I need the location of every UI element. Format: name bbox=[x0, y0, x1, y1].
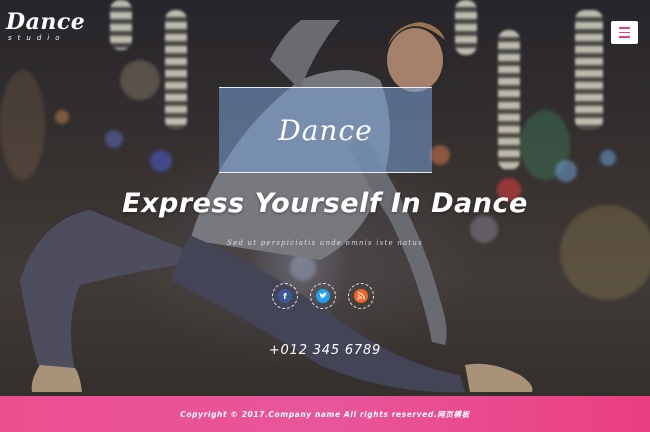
logo-tagline: studio bbox=[8, 34, 66, 42]
page: Dance studio Dance Express Yourself In D… bbox=[0, 0, 650, 432]
twitter-button[interactable] bbox=[310, 283, 336, 309]
hamburger-icon-line bbox=[619, 27, 630, 29]
copyright-text: Copyright © 2017.Company name All rights… bbox=[180, 409, 470, 419]
phone-number: +012 345 6789 bbox=[268, 343, 382, 358]
logo-title: Dance bbox=[6, 9, 86, 35]
footer: Copyright © 2017.Company name All rights… bbox=[0, 396, 650, 432]
hero-title-box: Dance bbox=[219, 87, 432, 173]
hamburger-icon-line bbox=[619, 31, 630, 34]
social-links: f bbox=[272, 283, 382, 309]
hero-title: Dance bbox=[278, 113, 373, 147]
rss-icon bbox=[354, 289, 368, 303]
facebook-button[interactable]: f bbox=[272, 283, 298, 309]
twitter-icon bbox=[316, 289, 330, 303]
hamburger-icon-line bbox=[619, 36, 630, 38]
hero-subtitle: Sed ut perspiciatis unde omnis iste natu… bbox=[227, 239, 423, 247]
hero-headline: Express Yourself In Dance bbox=[122, 188, 528, 219]
menu-button[interactable] bbox=[611, 21, 638, 44]
site-logo[interactable]: Dance studio bbox=[6, 10, 85, 42]
rss-button[interactable] bbox=[348, 283, 374, 309]
facebook-icon: f bbox=[278, 289, 292, 303]
